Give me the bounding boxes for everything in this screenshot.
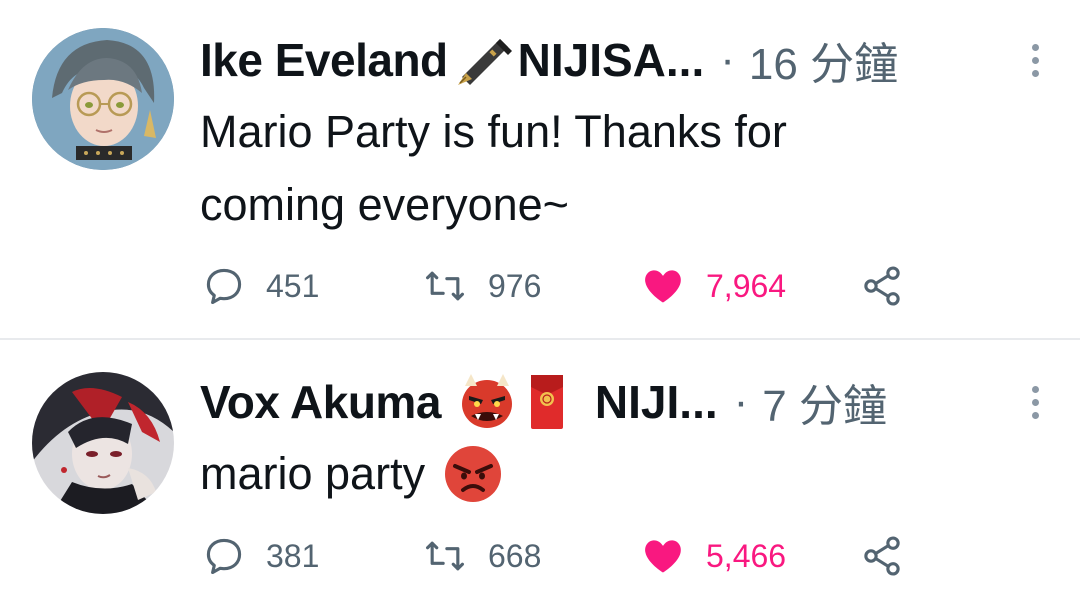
reply-icon <box>206 268 242 305</box>
reply-icon <box>206 538 242 575</box>
heart-icon <box>645 540 681 573</box>
retweet-count: 976 <box>488 267 542 304</box>
like-count: 5,466 <box>706 537 787 574</box>
tweet-header: Vox Akuma NIJI... · 7 分鐘 <box>200 372 1050 432</box>
action-bar: 381 668 5,466 <box>200 526 920 586</box>
share-icon <box>864 536 900 576</box>
red-envelope-emoji <box>527 373 567 431</box>
share-button[interactable] <box>860 526 904 586</box>
ogre-emoji <box>457 372 517 432</box>
tweet-text: mario party <box>200 437 1020 510</box>
like-count: 7,964 <box>706 267 787 304</box>
tweet-header: Ike Eveland NIJISA... · 16 分鐘 <box>200 30 1050 90</box>
author-name[interactable]: Ike Eveland NIJISA... <box>200 33 704 87</box>
retweet-icon <box>426 271 464 301</box>
like-button[interactable]: 7,964 <box>640 256 786 316</box>
author-name[interactable]: Vox Akuma NIJI... <box>200 372 718 432</box>
action-bar: 451 976 7,964 <box>200 256 920 316</box>
share-button[interactable] <box>860 256 904 316</box>
display-name[interactable]: Ike Eveland <box>200 33 448 87</box>
tweet-text: Mario Party is fun! Thanks for coming ev… <box>200 95 1020 241</box>
avatar[interactable] <box>32 28 174 170</box>
tweet[interactable]: Ike Eveland NIJISA... · 16 分鐘 Mario Part… <box>0 0 1080 338</box>
reply-button[interactable]: 381 <box>202 526 319 586</box>
reply-count: 451 <box>266 267 320 304</box>
reply-count: 381 <box>266 537 320 574</box>
display-name[interactable]: Vox Akuma <box>200 375 441 429</box>
separator-dot: · <box>733 377 749 426</box>
retweet-button[interactable]: 976 <box>422 256 541 316</box>
avatar[interactable] <box>32 372 174 514</box>
like-button[interactable]: 5,466 <box>640 526 786 586</box>
handle[interactable]: NIJISA... <box>518 33 705 87</box>
fountain-pen-emoji <box>456 33 518 87</box>
more-vertical-icon[interactable] <box>1020 380 1050 424</box>
tweet-text-line: mario party <box>200 448 426 499</box>
tweet-text-line: Mario Party is fun! Thanks for <box>200 106 787 157</box>
heart-icon <box>645 270 681 303</box>
timestamp[interactable]: 7 分鐘 <box>762 370 887 434</box>
reply-button[interactable]: 451 <box>202 256 319 316</box>
tweet-text-line: coming everyone~ <box>200 179 569 230</box>
angry-face-emoji <box>443 444 503 504</box>
share-icon <box>864 266 900 306</box>
retweet-button[interactable]: 668 <box>422 526 541 586</box>
more-vertical-icon[interactable] <box>1020 38 1050 82</box>
retweet-icon <box>426 541 464 571</box>
timestamp[interactable]: 16 分鐘 <box>749 28 898 92</box>
separator-dot: · <box>720 35 735 84</box>
retweet-count: 668 <box>488 537 542 574</box>
tweet-feed: Ike Eveland NIJISA... · 16 分鐘 Mario Part… <box>0 0 1080 606</box>
handle[interactable]: NIJI... <box>595 375 718 429</box>
